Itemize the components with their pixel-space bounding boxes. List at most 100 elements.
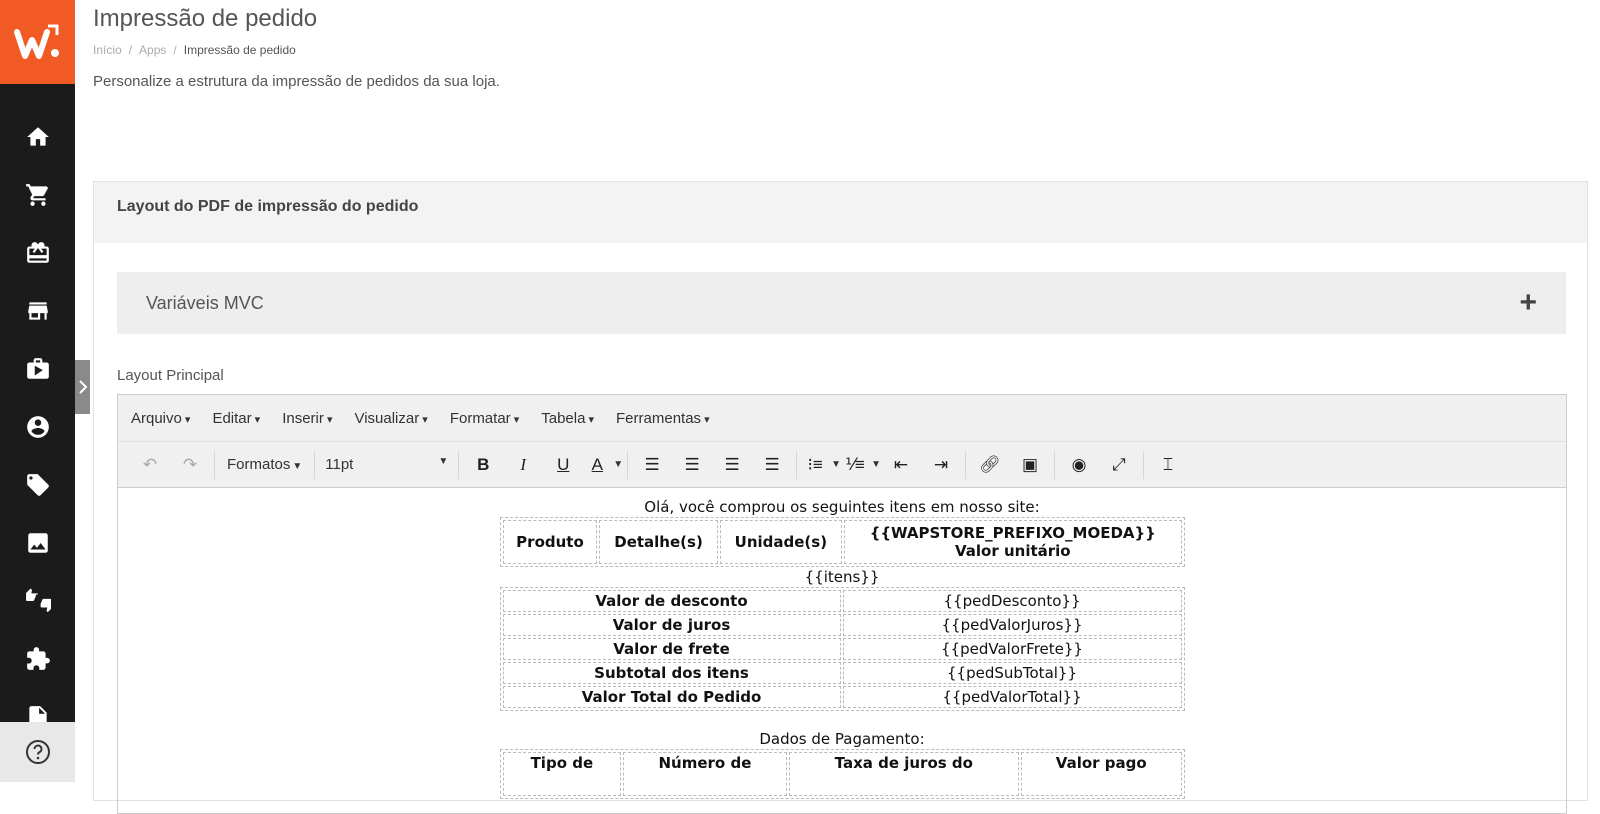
italic-icon[interactable]: I xyxy=(503,450,543,480)
menu-insert[interactable]: Inserir xyxy=(282,410,332,427)
font-size-dropdown[interactable]: 11pt ▼ xyxy=(319,456,454,473)
table-row: Valor de juros {{pedValorJuros}} xyxy=(502,614,1182,636)
panel-title: Layout do PDF de impressão do pedido xyxy=(94,182,1587,243)
puzzle-icon xyxy=(26,647,50,670)
items-placeholder: {{itens}} xyxy=(804,568,880,586)
table-row: Subtotal dos itens {{pedSubTotal}} xyxy=(502,662,1182,684)
store-icon xyxy=(27,302,48,320)
breadcrumb-separator: / xyxy=(128,43,133,57)
sidebar xyxy=(0,0,75,782)
nav-apps[interactable] xyxy=(0,340,75,398)
image-icon[interactable]: ▣ xyxy=(1010,450,1050,480)
brand-logo[interactable] xyxy=(0,0,75,84)
align-left-icon[interactable]: ☰ xyxy=(632,450,672,480)
toolbar-separator xyxy=(796,450,798,479)
menu-tools[interactable]: Ferramentas xyxy=(616,410,710,427)
cart-icon xyxy=(25,184,48,206)
nav-promotions[interactable] xyxy=(0,456,75,514)
tag-icon xyxy=(26,474,49,496)
text-color-icon[interactable]: A xyxy=(583,450,611,480)
fullscreen-icon[interactable]: ⤢ xyxy=(1099,450,1139,480)
logo-icon xyxy=(13,24,59,59)
briefcase-play-icon xyxy=(26,358,49,379)
underline-icon[interactable]: U xyxy=(543,450,583,480)
rich-text-editor[interactable]: Arquivo Editar Inserir Visualizar Format… xyxy=(117,394,1567,814)
total-value: {{pedValorFrete}} xyxy=(842,638,1182,660)
total-label: Valor Total do Pedido xyxy=(502,686,841,708)
caret-down-icon[interactable]: ▼ xyxy=(871,459,881,470)
align-right-icon[interactable]: ☰ xyxy=(712,450,752,480)
total-value: {{pedDesconto}} xyxy=(842,590,1182,612)
total-label: Valor de desconto xyxy=(502,590,841,612)
header-unidades: Unidade(s) xyxy=(719,520,843,564)
breadcrumb-home[interactable]: Início xyxy=(93,43,122,57)
thumbs-up-down-icon xyxy=(25,588,51,613)
account-circle-icon xyxy=(26,416,49,438)
editor-toolbar: ↶ ↷ Formatos ▼ 11pt ▼ B I U A ▼ ☰ ☰ ☰ ☰ ⁝≡… xyxy=(118,441,1566,488)
nav-extensions[interactable] xyxy=(0,630,75,688)
sidebar-toggle[interactable] xyxy=(75,360,90,414)
mvc-variables-accordion[interactable]: Variáveis MVC + xyxy=(117,272,1566,334)
payment-header-table: Tipo de Número de Taxa de juros do Valor… xyxy=(499,749,1185,799)
field-label: Layout Principal xyxy=(117,367,224,384)
formats-label: Formatos xyxy=(227,456,291,473)
caret-down-icon: ▼ xyxy=(292,461,303,472)
items-header-table: Produto Detalhe(s) Unidade(s) {{WAPSTORE… xyxy=(499,517,1185,567)
menu-format[interactable]: Formatar xyxy=(450,410,519,427)
unit-value-label: Valor unitário xyxy=(954,542,1071,560)
toolbar-separator xyxy=(314,450,316,479)
caret-down-icon: ▼ xyxy=(438,456,449,467)
caret-down-icon[interactable]: ▼ xyxy=(831,459,841,470)
header-numero: Número de xyxy=(623,752,787,796)
nav-store[interactable] xyxy=(0,282,75,340)
nav-orders[interactable] xyxy=(0,166,75,224)
indent-icon[interactable]: ⇥ xyxy=(921,450,961,480)
outdent-icon[interactable]: ⇤ xyxy=(881,450,921,480)
gift-card-icon xyxy=(26,242,49,263)
menu-table[interactable]: Tabela xyxy=(541,410,594,427)
plus-icon[interactable]: + xyxy=(1519,286,1537,320)
currency-variable: {{WAPSTORE_PREFIXO_MOEDA}} xyxy=(869,524,1156,542)
nav-reviews[interactable] xyxy=(0,572,75,630)
caret-down-icon[interactable]: ▼ xyxy=(613,459,623,470)
align-center-icon[interactable]: ☰ xyxy=(672,450,712,480)
layout-panel: Layout do PDF de impressão do pedido Var… xyxy=(93,181,1588,814)
total-value: {{pedValorJuros}} xyxy=(842,614,1182,636)
toolbar-separator xyxy=(1142,450,1144,479)
payment-title: Dados de Pagamento: xyxy=(759,730,925,748)
breadcrumb-apps[interactable]: Apps xyxy=(139,43,166,57)
chevron-right-icon xyxy=(78,380,87,394)
help-circle-icon xyxy=(25,740,50,764)
total-label: Valor de frete xyxy=(502,638,841,660)
formats-dropdown[interactable]: Formatos ▼ xyxy=(219,456,310,473)
total-value: {{pedValorTotal}} xyxy=(842,686,1182,708)
header-taxa: Taxa de juros do xyxy=(788,752,1019,796)
menu-view[interactable]: Visualizar xyxy=(354,410,427,427)
nav-customers[interactable] xyxy=(0,398,75,456)
totals-table: Valor de desconto {{pedDesconto}} Valor d… xyxy=(499,587,1185,711)
help-button[interactable] xyxy=(0,722,75,782)
page-break-icon[interactable]: ⌶ xyxy=(1148,450,1188,480)
table-row: Valor de frete {{pedValorFrete}} xyxy=(502,638,1182,660)
nav-media[interactable] xyxy=(0,514,75,572)
main-content: Impressão de pedido Início / Apps / Impr… xyxy=(93,0,1588,814)
intro-text: Olá, você comprou os seguintes itens em … xyxy=(644,498,1040,516)
bullet-list-icon[interactable]: ⁝≡ xyxy=(801,450,829,480)
editor-content[interactable]: Olá, você comprou os seguintes itens em … xyxy=(118,488,1566,799)
menu-edit[interactable]: Editar xyxy=(212,410,260,427)
nav-gifts[interactable] xyxy=(0,224,75,282)
menu-file[interactable]: Arquivo xyxy=(131,410,190,427)
total-value: {{pedSubTotal}} xyxy=(842,662,1182,684)
nav-home[interactable] xyxy=(0,108,75,166)
bold-icon[interactable]: B xyxy=(463,450,503,480)
numbered-list-icon[interactable]: ⅟≡ xyxy=(841,450,869,480)
table-row: Valor Total do Pedido {{pedValorTotal}} xyxy=(502,686,1182,708)
page-description: Personalize a estrutura da impressão de … xyxy=(93,73,500,90)
undo-icon[interactable]: ↶ xyxy=(130,450,170,480)
align-justify-icon[interactable]: ☰ xyxy=(752,450,792,480)
link-icon[interactable]: 🔗︎ xyxy=(970,450,1010,480)
header-detalhes: Detalhe(s) xyxy=(599,520,718,564)
preview-icon[interactable]: ◉ xyxy=(1059,450,1099,480)
toolbar-separator xyxy=(214,450,215,479)
redo-icon[interactable]: ↷ xyxy=(170,450,210,480)
